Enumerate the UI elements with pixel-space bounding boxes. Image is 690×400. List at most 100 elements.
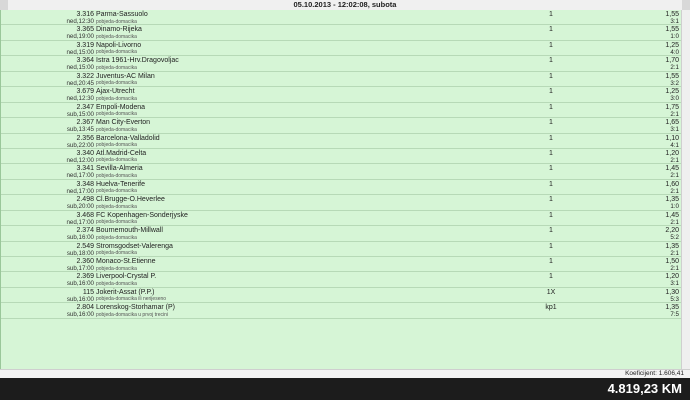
match-name: Barcelona-Valladolid [96, 134, 160, 142]
odds: 1,30 [665, 288, 679, 296]
bet-type: pobjeda-domacika [96, 33, 137, 40]
kickoff-time: sub,13:45 [66, 126, 94, 134]
bet-type: pobjeda-domacika [96, 111, 137, 118]
table-row[interactable]: 3.319 Napoli-Livorno ned,15:00 pobjeda-doma… [1, 41, 683, 57]
table-row[interactable]: 3.365 Dinamo-Rijeka ned,19:00 pobjeda-domac… [1, 25, 683, 41]
bet-type: pobjeda-domacika [96, 188, 137, 195]
kickoff-time: ned,20:45 [66, 79, 94, 87]
match-number: 2.549 [76, 242, 94, 250]
match-name: Cl.Brugge-O.Heverlee [96, 196, 165, 204]
score: 2:1 [670, 187, 679, 195]
match-number: 2.804 [76, 304, 94, 312]
match-number: 3.340 [76, 149, 94, 157]
table-row[interactable]: 3.316 Parma-Sassuolo ned,12:30 pobjeda-doma… [1, 10, 683, 26]
odds: 1,60 [665, 180, 679, 188]
odds: 1,55 [665, 11, 679, 18]
score: 2:1 [670, 64, 679, 72]
tip: 1 [549, 88, 553, 96]
match-name: Atl.Madrid-Celta [96, 149, 147, 157]
odds: 1,20 [665, 273, 679, 281]
bet-type: pobjeda-domacika [96, 18, 137, 25]
score: 7:5 [670, 311, 679, 319]
match-number: 2.356 [76, 134, 94, 142]
table-row[interactable]: 2.360 Monaco-St.Etienne sub,17:00 pobjeda-d… [1, 257, 683, 273]
table-row[interactable]: 3.364 Istra 1961-Hrv.Dragovoljac ned,15:00… [1, 56, 683, 72]
bet-type: pobjeda-domacika [96, 219, 137, 226]
kickoff-time: ned,12:30 [66, 18, 94, 25]
table-row[interactable]: 115 Jokerit-Assat (P.P.) sub,16:00 pobjeda-… [1, 288, 683, 304]
bet-type: pobjeda-domacika [96, 265, 137, 272]
table-row[interactable]: 2.356 Barcelona-Valladolid sub,22:00 pobjed… [1, 134, 683, 149]
kickoff-time: ned,17:00 [66, 218, 94, 226]
table-row[interactable]: 3.341 Sevilla-Almeria ned,17:00 pobjeda-dom… [1, 164, 683, 180]
match-name: Ajax-Utrecht [96, 88, 135, 96]
match-name: Man City-Everton [96, 119, 151, 127]
odds: 1,70 [665, 57, 679, 65]
table-row[interactable]: 3.679 Ajax-Utrecht ned,12:30 pobjeda-domaci… [1, 87, 683, 103]
bet-type: pobjeda-domacika [96, 203, 137, 210]
kickoff-time: sub,16:00 [66, 295, 94, 303]
tip: 1 [549, 273, 553, 281]
match-number: 3.319 [76, 41, 94, 49]
match-number: 115 [82, 288, 94, 296]
odds: 1,35 [665, 304, 679, 312]
table-row[interactable]: 2.498 Cl.Brugge-O.Heverlee sub,20:00 pobjed… [1, 195, 683, 211]
payout-total: 4.819,23 KM [607, 381, 682, 396]
bet-type: pobjeda-domacika ili nerijeseno [96, 296, 167, 303]
kickoff-time: sub,22:00 [66, 141, 94, 149]
tip: 1 [549, 119, 553, 127]
kickoff-time: sub,20:00 [66, 203, 94, 211]
table-row[interactable]: 3.322 Juventus-AC Milan ned,20:45 pobjeda-d… [1, 72, 683, 88]
score: 5:2 [670, 234, 679, 242]
score: 2:1 [670, 218, 679, 226]
kickoff-time: ned,12:00 [66, 156, 94, 164]
match-name: Stromsgodset-Valerenga [96, 242, 173, 250]
kickoff-time: ned,17:00 [66, 172, 94, 180]
kickoff-time: sub,16:00 [66, 234, 94, 242]
score: 5:3 [670, 295, 679, 303]
kickoff-time: ned,12:30 [66, 95, 94, 103]
kickoff-time: sub,15:00 [66, 110, 94, 118]
kickoff-time: ned,15:00 [66, 48, 94, 56]
table-row[interactable]: 2.347 Empoli-Modena sub,15:00 pobjeda-domac… [1, 103, 683, 119]
table-row[interactable]: 2.369 Liverpool-Crystal P. sub,16:00 pobjed… [1, 272, 683, 288]
odds: 1,20 [665, 149, 679, 157]
bet-type: pobjeda-domacika [96, 95, 137, 102]
odds: 1,25 [665, 88, 679, 96]
tip: 1 [549, 258, 553, 265]
match-number: 2.360 [76, 258, 94, 265]
tip: 1 [549, 196, 553, 204]
odds: 1,45 [665, 165, 679, 173]
match-name: Jokerit-Assat (P.P.) [96, 288, 155, 296]
table-row[interactable]: 2.374 Bournemouth-Millwall sub,16:00 pobjed… [1, 226, 683, 242]
tip: 1 [549, 41, 553, 49]
match-name: Monaco-St.Etienne [96, 258, 156, 265]
score: 2:1 [670, 156, 679, 164]
odds: 2,20 [665, 227, 679, 235]
table-row[interactable]: 3.340 Atl.Madrid-Celta ned,12:00 pobjeda-do… [1, 149, 683, 165]
table-row[interactable]: 3.468 FC Kopenhagen-Sonderjyske ned,17:00 p… [1, 211, 683, 227]
match-number: 3.679 [76, 88, 94, 96]
table-row[interactable]: 2.549 Stromsgodset-Valerenga sub,18:00 pobj… [1, 242, 683, 257]
tip: 1 [549, 26, 553, 34]
score: 3:1 [670, 18, 679, 25]
bet-type: pobjeda-domacika [96, 250, 137, 257]
match-number: 2.367 [76, 119, 94, 127]
match-name: Parma-Sassuolo [96, 11, 148, 18]
match-name: Istra 1961-Hrv.Dragovoljac [96, 57, 179, 65]
coefficient-bar: Koeficijent: 1.606,41 [0, 369, 690, 378]
table-row[interactable]: 3.348 Huelva-Tenerife ned,17:00 pobjeda-dom… [1, 180, 683, 196]
bet-type: pobjeda-domacika [96, 49, 137, 56]
match-number: 3.365 [76, 26, 94, 34]
kickoff-time: sub,18:00 [66, 249, 94, 257]
match-name: FC Kopenhagen-Sonderjyske [96, 211, 188, 219]
tip: 1 [549, 242, 553, 250]
table-row[interactable]: 2.804 Lorenskog-Storhamar (P) sub,16:00 pob… [1, 303, 683, 319]
ticket-datetime: 05.10.2013 - 12:02:08, subota [293, 0, 397, 9]
table-row[interactable]: 2.367 Man City-Everton sub,13:45 pobjeda-do… [1, 118, 683, 134]
tip: 1 [549, 134, 553, 142]
odds: 1,35 [665, 196, 679, 204]
odds: 1,35 [665, 242, 679, 250]
tip: 1 [549, 72, 553, 80]
scrollbar[interactable] [681, 10, 690, 369]
